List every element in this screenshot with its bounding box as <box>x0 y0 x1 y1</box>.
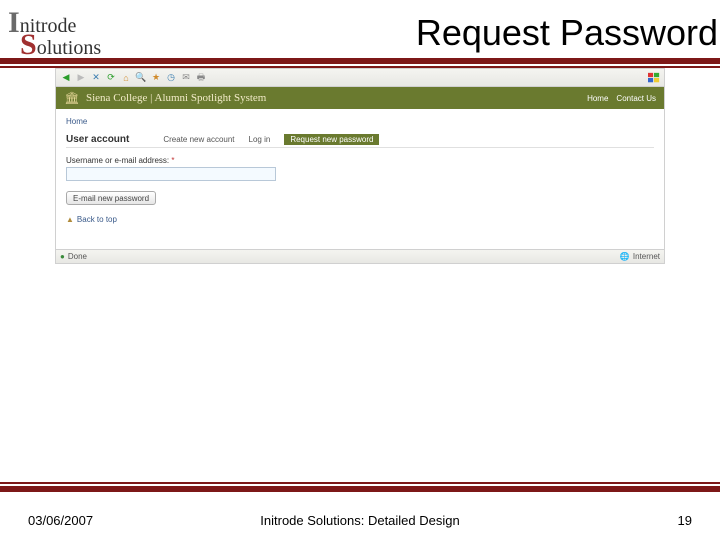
tab-login[interactable]: Log in <box>249 135 271 144</box>
slide-header: Initrode Solutions Request Password <box>0 0 720 56</box>
slide-title: Request Password <box>416 4 720 54</box>
status-right-text: Internet <box>633 252 660 261</box>
forward-icon[interactable]: ▶ <box>75 72 87 84</box>
favorites-icon[interactable]: ★ <box>150 72 162 84</box>
back-icon[interactable]: ◀ <box>60 72 72 84</box>
footer-page-number: 19 <box>678 513 692 528</box>
slide-footer: 03/06/2007 Initrode Solutions: Detailed … <box>0 513 720 528</box>
status-done-icon: ● <box>60 252 65 261</box>
status-left-text: Done <box>68 252 87 261</box>
logo-initial-1: I <box>8 6 20 39</box>
username-label-text: Username or e-mail address: <box>66 156 169 165</box>
footer-rule-thin <box>0 482 720 484</box>
nav-home[interactable]: Home <box>587 94 608 103</box>
back-to-top-text: Back to top <box>77 215 117 224</box>
username-label: Username or e-mail address: * <box>66 156 654 165</box>
tab-request-password[interactable]: Request new password <box>284 134 379 145</box>
footer-rule-thick <box>0 486 720 492</box>
site-crest-icon: 🏛 <box>64 90 80 106</box>
username-input[interactable] <box>66 167 276 181</box>
page-title: User account <box>66 134 129 145</box>
site-title: Siena College | Alumni Spotlight System <box>86 92 579 104</box>
history-icon[interactable]: ◷ <box>165 72 177 84</box>
site-header-bar: 🏛 Siena College | Alumni Spotlight Syste… <box>56 87 664 109</box>
browser-status-bar: ● Done 🌐 Internet <box>56 249 664 263</box>
footer-rules <box>0 480 720 492</box>
logo-initial-2: S <box>20 28 37 61</box>
account-tabs: User account Create new account Log in R… <box>66 134 654 148</box>
refresh-icon[interactable]: ⟳ <box>105 72 117 84</box>
stop-icon[interactable]: ✕ <box>90 72 102 84</box>
logo-rest-2: olutions <box>37 37 101 59</box>
back-to-top-link[interactable]: ▲ Back to top <box>66 215 654 224</box>
windows-logo-icon <box>648 72 660 84</box>
mail-icon[interactable]: ✉ <box>180 72 192 84</box>
internet-zone-icon: 🌐 <box>620 252 630 261</box>
browser-screenshot: ◀ ▶ ✕ ⟳ ⌂ 🔍 ★ ◷ ✉ 🖶 🏛 Siena College | Al… <box>55 68 665 264</box>
tab-create-account[interactable]: Create new account <box>163 135 234 144</box>
home-icon[interactable]: ⌂ <box>120 72 132 84</box>
footer-center: Initrode Solutions: Detailed Design <box>260 513 459 528</box>
print-icon[interactable]: 🖶 <box>195 72 207 84</box>
header-rule-thick <box>0 58 720 64</box>
up-caret-icon: ▲ <box>66 215 74 224</box>
email-password-button[interactable]: E-mail new password <box>66 191 156 205</box>
browser-toolbar: ◀ ▶ ✕ ⟳ ⌂ 🔍 ★ ◷ ✉ 🖶 <box>56 69 664 87</box>
required-marker: * <box>171 156 174 165</box>
search-icon[interactable]: 🔍 <box>135 72 147 84</box>
logo: Initrode Solutions <box>4 4 160 54</box>
logo-line-2: Solutions <box>20 28 101 62</box>
nav-contact[interactable]: Contact Us <box>616 94 656 103</box>
breadcrumb[interactable]: Home <box>66 117 654 126</box>
page-body: Home User account Create new account Log… <box>56 109 664 249</box>
footer-date: 03/06/2007 <box>28 513 93 528</box>
